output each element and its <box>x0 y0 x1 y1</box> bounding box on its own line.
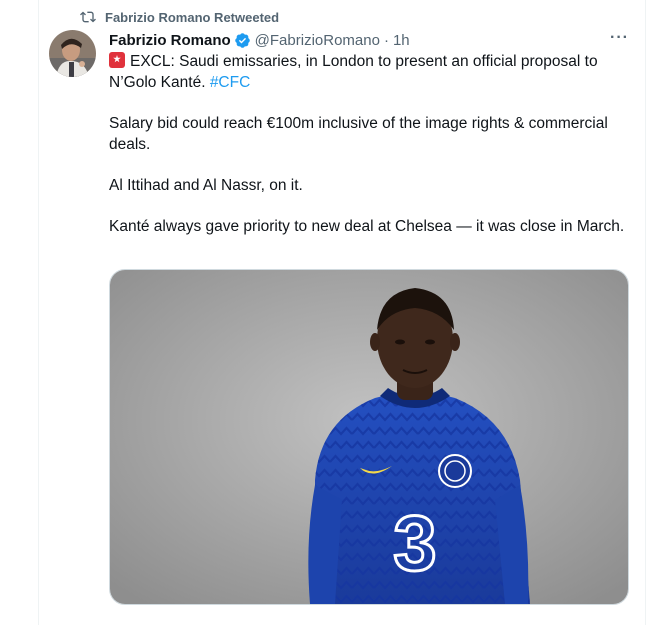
retweet-label: Fabrizio Romano Retweeted <box>105 9 280 25</box>
tweet-paragraph-2: Salary bid could reach €100m inclusive o… <box>109 115 608 153</box>
avatar[interactable] <box>49 30 96 77</box>
retweet-icon <box>80 11 96 23</box>
svg-text:3: 3 <box>393 499 436 587</box>
tweet-text: EXCL: Saudi emissaries, in London to pre… <box>109 51 631 257</box>
tweet-line-1: EXCL: Saudi emissaries, in London to pre… <box>109 53 598 91</box>
more-options-icon[interactable]: ··· <box>610 30 629 46</box>
tweet-header: Fabrizio Romano @FabrizioRomano · 1h ··· <box>109 30 629 50</box>
timestamp[interactable]: 1h <box>393 32 410 49</box>
tweet-card[interactable]: Fabrizio Romano Retweeted Fabrizio Roman… <box>38 0 646 625</box>
author-handle[interactable]: @FabrizioRomano <box>255 32 380 49</box>
tweet-paragraph-4: Kanté always gave priority to new deal a… <box>109 218 625 235</box>
verified-badge-icon <box>234 32 250 48</box>
tweet-paragraph-1: EXCL: Saudi emissaries, in London to pre… <box>109 51 631 93</box>
tweet-media-photo[interactable]: 3 <box>109 269 629 605</box>
retweet-indicator[interactable]: Fabrizio Romano Retweeted <box>80 8 279 26</box>
author-name[interactable]: Fabrizio Romano <box>109 32 231 49</box>
hashtag-link[interactable]: #CFC <box>210 74 250 91</box>
tweet-paragraph-3: Al Ittihad and Al Nassr, on it. <box>109 177 303 194</box>
separator-dot: · <box>383 31 389 49</box>
siren-emoji-icon <box>109 52 125 68</box>
